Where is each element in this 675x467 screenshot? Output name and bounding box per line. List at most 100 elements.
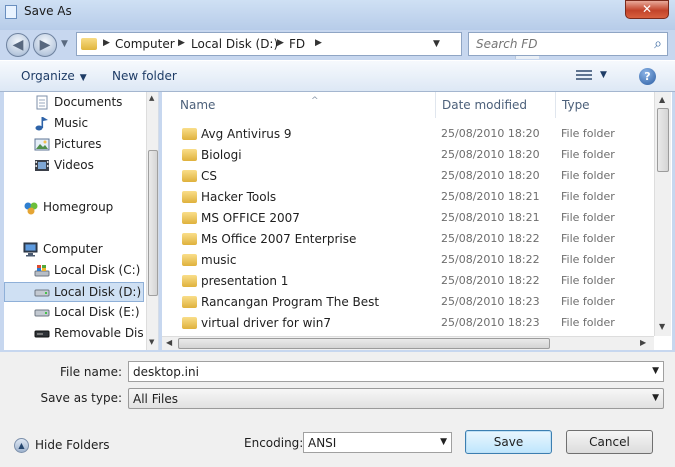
- sidebar-item-label: Local Disk (E:): [54, 305, 140, 319]
- file-name: Hacker Tools: [201, 190, 277, 204]
- pictures-icon: [34, 137, 50, 152]
- file-name: Biologi: [201, 148, 242, 162]
- filename-combo[interactable]: ▼: [128, 361, 664, 382]
- recent-pages-dropdown[interactable]: ▼: [61, 39, 68, 49]
- sidebar-item-local-disk-d[interactable]: Local Disk (D:): [4, 282, 144, 302]
- table-row[interactable]: Ms Office 2007 Enterprise 25/08/2010 18:…: [172, 228, 642, 249]
- scroll-left-icon[interactable]: ◀: [166, 338, 172, 347]
- file-date: 25/08/2010 18:20: [441, 127, 540, 140]
- column-header-name[interactable]: Name ^: [174, 92, 436, 118]
- encoding-select[interactable]: ANSI ▼: [303, 432, 452, 453]
- help-icon[interactable]: ?: [639, 68, 656, 85]
- breadcrumb-computer[interactable]: Computer: [115, 37, 175, 51]
- chevron-right-icon[interactable]: ▶: [178, 38, 185, 48]
- close-button[interactable]: ✕: [625, 0, 669, 19]
- chevron-right-icon[interactable]: ▶: [277, 38, 284, 48]
- sidebar-item-pictures[interactable]: Pictures: [34, 135, 144, 155]
- table-row[interactable]: Biologi 25/08/2010 18:20 File folder: [172, 144, 642, 165]
- sidebar-item-videos[interactable]: Videos: [34, 156, 144, 176]
- sidebar-item-removable-disk[interactable]: Removable Disk (: [34, 324, 144, 344]
- table-row[interactable]: music 25/08/2010 18:22 File folder: [172, 249, 642, 270]
- table-row[interactable]: MS OFFICE 2007 25/08/2010 18:21 File fol…: [172, 207, 642, 228]
- scroll-thumb[interactable]: [178, 338, 550, 349]
- window-title: Save As: [24, 4, 72, 18]
- change-view-icon[interactable]: [576, 70, 592, 82]
- removable-drive-icon: [34, 326, 50, 341]
- organize-button[interactable]: Organize ▼: [21, 69, 87, 83]
- documents-icon: [34, 95, 50, 110]
- drive-icon: [34, 285, 50, 300]
- search-icon[interactable]: ⌕: [654, 36, 662, 52]
- sidebar-item-label: Computer: [43, 242, 103, 256]
- file-name: virtual driver for win7: [201, 316, 332, 330]
- file-type: File folder: [561, 274, 615, 287]
- back-button[interactable]: ◀: [6, 33, 30, 57]
- scroll-down-icon[interactable]: ▼: [149, 338, 154, 346]
- file-list: Name ^ Date modified Type Avg Antivirus …: [162, 92, 672, 350]
- table-row[interactable]: virtual driver for win7 25/08/2010 18:23…: [172, 312, 642, 333]
- scroll-up-icon[interactable]: ▲: [659, 95, 665, 104]
- search-input[interactable]: [469, 33, 645, 55]
- column-label: Type: [562, 98, 590, 112]
- save-button[interactable]: Save: [465, 430, 552, 454]
- navigation-bar: ◀ ▶ ▼ ▶ Computer ▶ Local Disk (D:) ▶ FD …: [0, 30, 675, 59]
- sidebar-item-local-disk-e[interactable]: Local Disk (E:): [34, 303, 144, 323]
- sidebar-item-homegroup[interactable]: Homegroup: [23, 198, 143, 218]
- table-row[interactable]: Avg Antivirus 9 25/08/2010 18:20 File fo…: [172, 123, 642, 144]
- breadcrumb-local-disk-d[interactable]: Local Disk (D:): [191, 37, 278, 51]
- sidebar-item-local-disk-c[interactable]: Local Disk (C:): [34, 261, 144, 281]
- navigation-scrollbar[interactable]: ▲ ▼: [146, 92, 158, 350]
- folder-icon: [182, 233, 197, 245]
- breadcrumb-fd[interactable]: FD: [289, 37, 305, 51]
- file-date: 25/08/2010 18:22: [441, 274, 540, 287]
- file-name: Ms Office 2007 Enterprise: [201, 232, 357, 246]
- hide-folders-label: Hide Folders: [35, 438, 110, 452]
- folder-icon: [182, 191, 197, 203]
- table-row[interactable]: Rancangan Program The Best 25/08/2010 18…: [172, 291, 642, 312]
- sidebar-item-label: Documents: [54, 95, 123, 109]
- file-name: CS: [201, 169, 217, 183]
- scroll-right-icon[interactable]: ▶: [640, 338, 646, 347]
- forward-button[interactable]: ▶: [33, 33, 57, 57]
- file-list-horizontal-scrollbar[interactable]: ◀ ▶: [162, 336, 654, 350]
- sort-ascending-icon: ^: [311, 96, 319, 106]
- search-box[interactable]: ⌕: [468, 32, 668, 56]
- folder-icon: [182, 296, 197, 308]
- folder-icon: [182, 317, 197, 329]
- column-header-date-modified[interactable]: Date modified: [436, 92, 556, 118]
- file-date: 25/08/2010 18:21: [441, 211, 540, 224]
- chevron-right-icon[interactable]: ▶: [315, 38, 322, 48]
- file-list-vertical-scrollbar[interactable]: ▲ ▼: [654, 92, 671, 336]
- table-row[interactable]: presentation 1 25/08/2010 18:22 File fol…: [172, 270, 642, 291]
- scroll-down-icon[interactable]: ▼: [659, 322, 665, 331]
- sidebar-item-computer[interactable]: Computer: [23, 240, 143, 260]
- file-type: File folder: [561, 316, 615, 329]
- file-name: Rancangan Program The Best: [201, 295, 380, 309]
- folder-icon: [182, 212, 197, 224]
- sidebar-item-music[interactable]: Music: [34, 114, 144, 134]
- address-dropdown[interactable]: ▼: [433, 39, 440, 49]
- save-as-type-select[interactable]: All Files ▼: [128, 388, 664, 409]
- new-folder-button[interactable]: New folder: [112, 69, 177, 83]
- address-bar[interactable]: ▶ Computer ▶ Local Disk (D:) ▶ FD ▶ ▼ ⇄: [76, 32, 539, 59]
- chevron-right-icon[interactable]: ▶: [103, 38, 110, 48]
- table-row[interactable]: Hacker Tools 25/08/2010 18:21 File folde…: [172, 186, 642, 207]
- file-type: File folder: [561, 253, 615, 266]
- chevron-down-icon[interactable]: ▼: [652, 366, 659, 376]
- file-date: 25/08/2010 18:23: [441, 316, 540, 329]
- sidebar-item-documents[interactable]: Documents: [34, 93, 144, 113]
- scroll-thumb[interactable]: [657, 108, 669, 172]
- folder-icon: [182, 275, 197, 287]
- cancel-button[interactable]: Cancel: [566, 430, 653, 454]
- file-date: 25/08/2010 18:22: [441, 232, 540, 245]
- scroll-thumb[interactable]: [148, 150, 158, 296]
- table-row[interactable]: CS 25/08/2010 18:20 File folder: [172, 165, 642, 186]
- filename-input[interactable]: [129, 362, 644, 381]
- view-options-dropdown[interactable]: ▼: [600, 70, 607, 80]
- encoding-value: ANSI: [308, 436, 337, 450]
- scroll-up-icon[interactable]: ▲: [149, 94, 154, 102]
- chevron-down-icon: ▼: [652, 393, 659, 403]
- folder-icon: [81, 38, 97, 50]
- title-bar: Save As ✕: [0, 0, 675, 30]
- column-header-type[interactable]: Type: [556, 92, 654, 118]
